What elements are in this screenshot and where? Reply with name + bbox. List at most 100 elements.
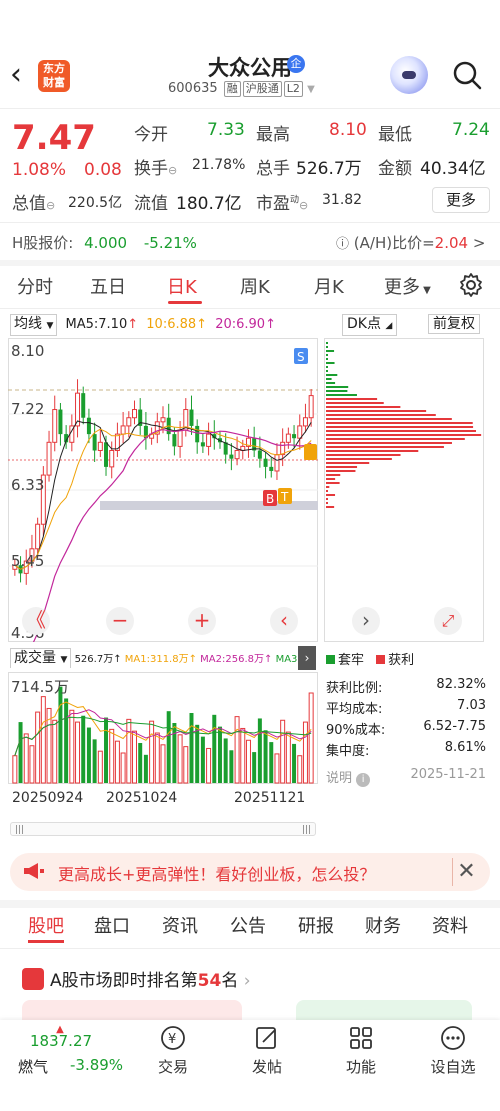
- date-mid: 20251024: [106, 790, 178, 806]
- t-marker-2[interactable]: [304, 444, 317, 460]
- tab-five-day[interactable]: 五日: [90, 273, 126, 299]
- volume-expand-button[interactable]: ›: [298, 646, 316, 670]
- candle-body: [104, 442, 109, 467]
- sector-index[interactable]: ▲ 1837.27 燃气 -3.89%: [0, 1024, 123, 1094]
- volume-chart[interactable]: 714.5万: [8, 672, 318, 784]
- more-quote-button[interactable]: 更多: [432, 187, 490, 213]
- rank-card-green: [296, 1000, 472, 1020]
- edit-icon: [256, 1027, 276, 1049]
- volume-selector[interactable]: 成交量 ▼: [10, 648, 72, 668]
- scroll-start-button[interactable]: 《: [22, 607, 50, 635]
- more-dots-icon: [441, 1026, 465, 1050]
- yuan-icon: ¥: [161, 1026, 185, 1050]
- chip-bar: [326, 406, 401, 408]
- market-rank[interactable]: A股市场即时排名第54名 ›: [50, 966, 251, 991]
- candle-body: [35, 523, 41, 550]
- ah-ratio[interactable]: ⓘ (A/H)比价=2.04 >: [336, 232, 485, 253]
- tab-finance[interactable]: 财务: [365, 912, 401, 938]
- zoom-out-button[interactable]: −: [106, 607, 134, 635]
- float-label: 流值: [134, 194, 168, 214]
- pe-value: 31.82: [322, 192, 363, 208]
- chip-bar: [326, 438, 465, 440]
- volume-bar: [217, 726, 222, 783]
- chip-bar: [326, 366, 328, 368]
- volume-bar: [52, 719, 58, 784]
- candle-body: [292, 434, 297, 439]
- volume-bar: [81, 715, 86, 783]
- volume-bar: [114, 740, 120, 784]
- index-value: 1837.27: [30, 1032, 93, 1050]
- chevron-down-icon: ▼: [420, 285, 431, 296]
- volume-bar: [166, 711, 171, 783]
- expand-icon[interactable]: ⤢: [434, 607, 462, 635]
- volume-bar: [143, 754, 148, 783]
- divider: [0, 308, 500, 309]
- tab-profile[interactable]: 资料: [432, 912, 468, 938]
- search-icon[interactable]: [452, 60, 482, 90]
- low-label: 最低: [378, 125, 412, 145]
- chart-scrollbar[interactable]: ||| |||: [10, 822, 316, 836]
- chip-distribution-chart[interactable]: [324, 338, 484, 642]
- chip-bar: [326, 450, 419, 452]
- ma20-value: 20:6.90: [215, 317, 266, 332]
- zoom-in-button[interactable]: +: [188, 607, 216, 635]
- scroll-left-button[interactable]: ‹: [270, 607, 298, 635]
- chip-bar: [326, 470, 356, 472]
- help-icon[interactable]: ⓘ: [336, 237, 349, 252]
- candle-body: [229, 454, 234, 459]
- tab-research[interactable]: 研报: [298, 912, 334, 938]
- scroll-handle-right[interactable]: |||: [302, 825, 311, 835]
- candlestick-chart[interactable]: 8.10 7.22 6.33 5.45 4.56 S B T: [8, 338, 318, 642]
- info-icon[interactable]: ⊖: [299, 199, 308, 212]
- tab-intraday[interactable]: 分时: [17, 273, 53, 299]
- chip-note[interactable]: 说明 i 2025-11-21: [326, 767, 486, 787]
- chip-bar: [326, 358, 328, 360]
- candle-body: [92, 434, 97, 451]
- candle-body: [302, 417, 308, 427]
- tab-weekly-k[interactable]: 周K: [240, 273, 270, 299]
- tab-daily-k[interactable]: 日K: [167, 273, 197, 299]
- volume-bar: [292, 743, 297, 783]
- candle-body: [81, 393, 86, 418]
- tab-pankou[interactable]: 盘口: [94, 912, 130, 938]
- tab-more[interactable]: 更多 ▼: [384, 273, 431, 299]
- banner-text[interactable]: 更高成长+更高弹性！看好创业板，怎么投？: [58, 861, 375, 885]
- post-button[interactable]: 发帖: [222, 1024, 312, 1077]
- chevron-right-icon: ›: [243, 971, 251, 991]
- tab-announcements[interactable]: 公告: [230, 912, 266, 938]
- stock-header: ‹ 东方 财富 大众公用 企 600635 融沪股通 L2 ▼: [0, 40, 500, 108]
- volume-bar: [177, 734, 183, 784]
- info-icon[interactable]: ⊖: [168, 164, 177, 177]
- dk-point-button[interactable]: DK点 ◢: [342, 314, 398, 336]
- info-icon[interactable]: ⊖: [46, 199, 55, 212]
- volume-indicator-bar: 成交量 ▼ 526.7万↑ MA1:311.8万↑ MA2:256.8万↑ MA…: [10, 648, 316, 668]
- candle-body: [46, 441, 52, 476]
- trade-button[interactable]: ¥ 交易: [128, 1024, 218, 1077]
- sell-marker-label: S: [297, 350, 305, 364]
- amount-value: 40.34亿: [420, 159, 486, 179]
- tab-news[interactable]: 资讯: [162, 912, 198, 938]
- candle-body: [257, 450, 262, 459]
- close-icon[interactable]: ✕: [452, 858, 480, 886]
- info-icon: i: [356, 773, 371, 787]
- legend-trapped-swatch: [326, 655, 335, 664]
- scroll-handle-left[interactable]: |||: [15, 825, 24, 835]
- function-button[interactable]: 功能: [316, 1024, 406, 1077]
- chip-bar: [326, 478, 336, 480]
- ai-assistant-icon[interactable]: [390, 56, 428, 94]
- chip-bar: [326, 434, 482, 436]
- tab-guba[interactable]: 股吧: [28, 912, 64, 938]
- volume-bar: [200, 736, 205, 783]
- watchlist-button[interactable]: 设自选: [408, 1024, 498, 1077]
- y-tick-top: 8.10: [11, 342, 44, 360]
- tab-monthly-k[interactable]: 月K: [314, 273, 344, 299]
- rank-icon: [22, 968, 44, 990]
- chip-bar: [326, 422, 473, 424]
- chevron-down-icon[interactable]: ▼: [307, 84, 315, 95]
- ma-selector[interactable]: 均线 ▼: [10, 314, 58, 336]
- y-tick-3: 6.33: [11, 476, 44, 494]
- gear-icon[interactable]: [458, 272, 484, 298]
- chip-next-button[interactable]: ›: [352, 607, 380, 635]
- hk-price-line[interactable]: H股报价: 4.000 -5.21%: [12, 232, 197, 253]
- adjust-button[interactable]: 前复权: [428, 314, 480, 334]
